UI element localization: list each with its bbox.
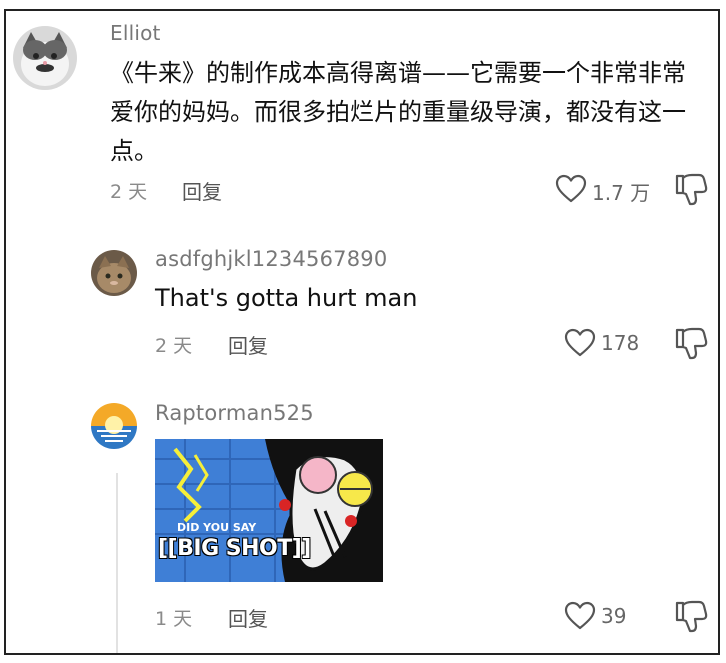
like-count: 1.7 万 [592,181,651,205]
meme-caption-small: DID YOU SAY [177,521,257,534]
like-count: 178 [601,331,640,355]
comment-username[interactable]: Elliot [110,21,161,45]
comments-panel: Elliot 《牛来》的制作成本高得离谱——它需要一个非常非常爱你的妈妈。而很多… [4,9,720,655]
dislike-icon[interactable] [674,172,708,208]
comment-time: 1 天 [155,608,193,630]
comment-text: That's gotta hurt man [155,284,418,312]
avatar[interactable] [91,250,137,296]
avatar[interactable] [91,403,137,449]
reply-button[interactable]: 回复 [228,330,268,359]
reply-button[interactable]: 回复 [182,176,222,205]
cat-photo-avatar-icon [91,250,137,296]
comment-time: 2 天 [110,181,148,203]
heart-icon[interactable] [564,601,596,631]
cat-avatar-icon [13,26,77,90]
meme-caption-big: [[BIG SHOT]] [158,536,311,561]
comment-time: 2 天 [155,335,193,357]
comment-image[interactable]: DID YOU SAY [[BIG SHOT]] [155,439,383,582]
comment-username[interactable]: asdfghjkl1234567890 [155,247,387,271]
dislike-icon[interactable] [674,326,708,362]
reply-button[interactable]: 回复 [228,603,268,632]
comment-text: 《牛来》的制作成本高得离谱——它需要一个非常非常爱你的妈妈。而很多拍烂片的重量级… [110,59,686,165]
dislike-icon[interactable] [674,599,708,635]
thread-line [116,473,118,653]
avatar[interactable] [13,26,77,90]
heart-icon[interactable] [555,174,587,204]
comment-username[interactable]: Raptorman525 [155,401,314,425]
sunset-avatar-icon [91,403,137,449]
heart-icon[interactable] [564,328,596,358]
like-count: 39 [601,604,627,628]
